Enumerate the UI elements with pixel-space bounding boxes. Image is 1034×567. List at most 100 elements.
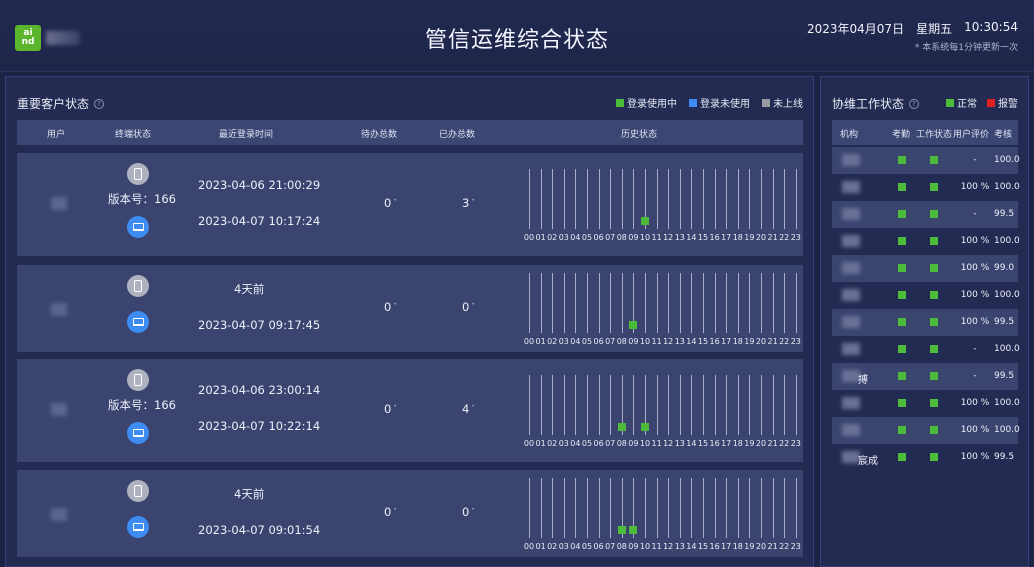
collab-row[interactable]: 100 % 100.0 <box>832 228 1020 255</box>
active-hour-block[interactable] <box>641 423 649 431</box>
hour-gridline <box>679 273 681 333</box>
work-status-icon <box>930 264 938 272</box>
active-hour-block[interactable] <box>641 217 649 225</box>
org-name-redacted <box>842 397 860 409</box>
hour-gridline <box>761 375 762 435</box>
hour-gridline <box>633 375 635 435</box>
customer-row[interactable]: 4天前 2023-04-07 09:01:54 0 • 0 • 00 01 02 03 04… <box>17 470 803 557</box>
hour-gridline <box>552 478 554 538</box>
active-hour-block[interactable] <box>629 526 638 534</box>
hour-gridline <box>772 169 774 229</box>
attendance-status-icon <box>898 318 906 326</box>
collab-row[interactable]: - 100.0 <box>832 147 1020 174</box>
collab-row[interactable]: 100 % 99.0 <box>832 255 1018 282</box>
hour-gridline <box>679 478 681 538</box>
col-history: 历史状态 <box>621 130 658 140</box>
hour-gridline <box>726 169 728 229</box>
hour-gridline <box>529 273 530 333</box>
work-status-icon <box>930 318 938 326</box>
hour-gridline <box>645 273 646 333</box>
hour-tick: 09 <box>628 439 639 448</box>
attendance-status-icon <box>898 291 906 299</box>
collab-row[interactable]: 搏 - 99.5 <box>832 363 1018 390</box>
customer-row[interactable]: 4天前 2023-04-07 09:17:45 0 • 0 • 00 01 02 03 04… <box>17 265 803 352</box>
customer-panel-header: 重要客户状态 ? <box>17 95 105 112</box>
hour-gridline <box>575 273 577 333</box>
hour-tick: 22 <box>779 337 790 346</box>
col-user: 用户 <box>47 130 66 140</box>
hour-gridline <box>795 478 797 538</box>
hour-tick: 19 <box>744 337 755 346</box>
collab-row[interactable]: 宸成 100 % 99.5 <box>832 444 1018 471</box>
hour-gridline <box>795 169 797 229</box>
hour-gridline <box>540 478 542 538</box>
hour-tick: 07 <box>605 542 616 551</box>
hour-gridline <box>749 169 751 229</box>
collab-legend: 正常 报警 <box>946 95 1018 110</box>
hour-tick: 16 <box>709 233 720 242</box>
hour-tick: 11 <box>651 337 662 346</box>
login-time-2: 2023-04-07 10:17:24 <box>198 214 321 228</box>
hour-gridline <box>621 273 623 333</box>
col-rating: 用户评价 <box>953 130 990 140</box>
legend-swatch <box>762 98 770 107</box>
hour-gridline <box>726 273 728 333</box>
help-icon[interactable]: ? <box>94 98 105 109</box>
hour-gridline <box>772 478 774 538</box>
done-count: 4 • <box>462 402 475 416</box>
active-hour-block[interactable] <box>617 423 626 431</box>
legend-item-alarm: 报警 <box>987 95 1018 110</box>
assessment-score: 99.0 <box>994 263 1015 273</box>
help-icon[interactable]: ? <box>909 98 920 109</box>
customer-row[interactable]: 版本号：166 2023-04-06 23:00:14 2023-04-07 1… <box>17 359 803 462</box>
work-status-icon <box>930 453 938 461</box>
hour-tick: 15 <box>697 233 709 242</box>
hour-tick: 08 <box>616 233 627 242</box>
collab-row[interactable]: 100 % 100.0 <box>832 417 1020 444</box>
attendance-status-icon <box>898 453 906 461</box>
hour-tick: 10 <box>639 542 651 551</box>
hour-gridline <box>540 273 542 333</box>
hour-tick: 21 <box>767 337 778 346</box>
col-org: 机构 <box>840 130 859 140</box>
hour-tick: 07 <box>605 439 616 448</box>
customer-row[interactable]: 版本号：166 2023-04-06 21:00:29 2023-04-07 1… <box>17 153 803 256</box>
col-score: 考核 <box>994 130 1013 140</box>
attendance-status-icon <box>898 237 906 245</box>
hour-tick: 02 <box>547 542 558 551</box>
user-avatar-redacted <box>51 197 67 210</box>
hour-tick: 09 <box>628 542 639 551</box>
hour-gridline <box>552 273 554 333</box>
work-status-icon <box>930 291 938 299</box>
work-status-icon <box>930 156 938 164</box>
collab-row[interactable]: 100 % 100.0 <box>832 390 1020 417</box>
hour-tick: 18 <box>732 337 743 346</box>
collab-row[interactable]: - 99.5 <box>832 201 1018 228</box>
hour-tick: 03 <box>558 337 569 346</box>
hour-tick: 12 <box>663 542 674 551</box>
hour-gridline <box>656 478 658 538</box>
user-rating: 100 % <box>960 290 990 300</box>
hour-gridline <box>587 375 588 435</box>
history-bars <box>523 478 801 538</box>
collab-row[interactable]: - 100.0 <box>832 336 1020 363</box>
hour-gridline <box>737 169 739 229</box>
collab-row[interactable]: 100 % 99.5 <box>832 309 1018 336</box>
hour-tick: 22 <box>779 233 790 242</box>
collab-row[interactable]: 100 % 100.0 <box>832 282 1020 309</box>
active-hour-block[interactable] <box>629 321 638 329</box>
hour-tick: 06 <box>593 439 604 448</box>
hour-gridline <box>633 169 635 229</box>
col-done: 已办总数 <box>439 130 476 140</box>
pc-terminal-icon <box>127 311 149 333</box>
org-name-redacted <box>842 181 860 193</box>
hour-tick: 08 <box>616 439 627 448</box>
user-rating: 100 % <box>960 317 990 327</box>
hour-gridline <box>610 169 612 229</box>
active-hour-block[interactable] <box>617 526 626 534</box>
history-strip: 00 01 02 03 04 05 06 07 08 09 10 11 12 13 14 15 16 17 18 19… <box>523 478 801 556</box>
work-status-icon <box>930 345 938 353</box>
collab-row[interactable]: 100 % 100.0 <box>832 174 1020 201</box>
hour-tick: 14 <box>686 439 697 448</box>
hour-gridline <box>645 478 646 538</box>
